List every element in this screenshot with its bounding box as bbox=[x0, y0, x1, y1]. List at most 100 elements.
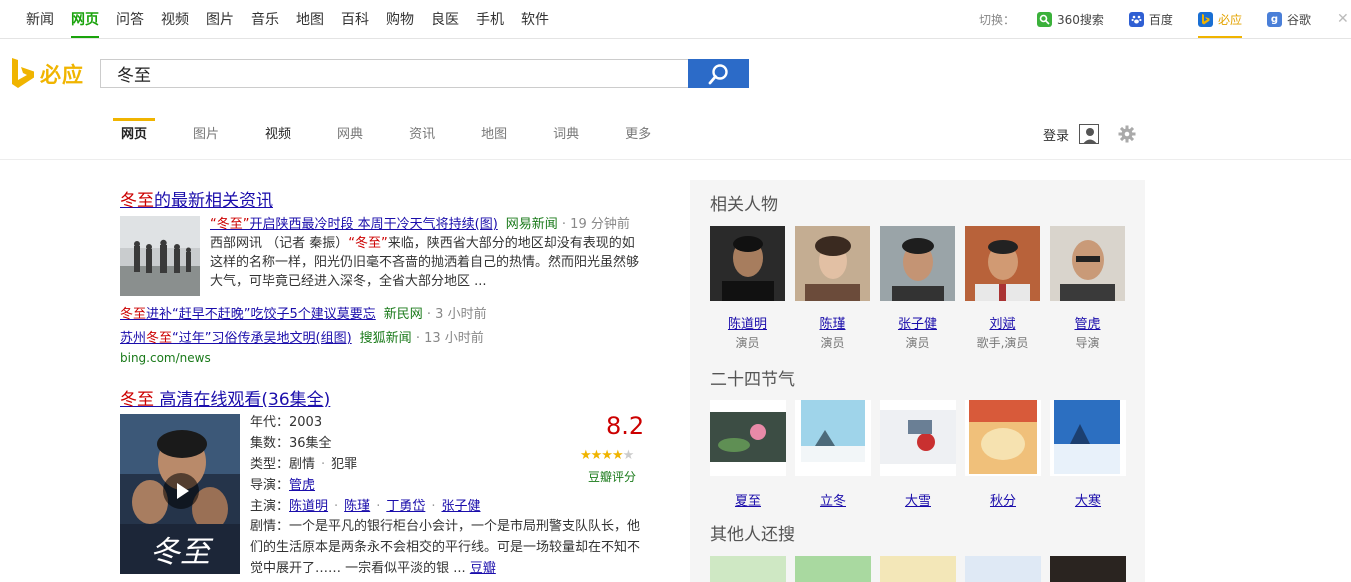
tab-wangdian[interactable]: 网典 bbox=[329, 118, 371, 152]
person-card[interactable]: 陈瑾 演员 bbox=[795, 226, 870, 351]
douban-rating-label[interactable]: 豆瓣评分 bbox=[588, 468, 636, 485]
news-thumbnail[interactable] bbox=[120, 216, 200, 296]
person-card[interactable]: 张子健 演员 bbox=[880, 226, 955, 351]
director-link[interactable]: 管虎 bbox=[289, 478, 315, 493]
news-3-highlight: 冬至 bbox=[146, 331, 173, 346]
episodes-value: 36集全 bbox=[289, 436, 332, 451]
avatar-icon bbox=[1079, 124, 1100, 144]
person-card[interactable]: 管虎 导演 bbox=[1050, 226, 1125, 351]
news-3-time: · 13 小时前 bbox=[415, 331, 484, 346]
video-title-rest: 高清在线观看(36集全) bbox=[154, 390, 331, 410]
rating-stars: ★★★★★ bbox=[580, 448, 634, 463]
solar-term-card[interactable]: 大寒 bbox=[1050, 400, 1126, 509]
engine-switcher: 切换： 360搜索 百度 必应 g 谷歌 bbox=[979, 0, 1336, 39]
news-item-3-link[interactable]: 苏州冬至“过年”习俗传承吴地文明(组图) bbox=[120, 331, 352, 346]
cast-label: 主演： bbox=[250, 499, 290, 514]
engine-baidu[interactable]: 百度 bbox=[1128, 0, 1173, 39]
other-search-thumb[interactable] bbox=[795, 556, 871, 582]
solar-term-image bbox=[880, 400, 956, 476]
topnav-mobile[interactable]: 手机 bbox=[476, 0, 504, 39]
tab-news[interactable]: 资讯 bbox=[401, 118, 443, 152]
person-name[interactable]: 张子健 bbox=[880, 313, 955, 332]
engine-360[interactable]: 360搜索 bbox=[1037, 0, 1104, 39]
topnav-music[interactable]: 音乐 bbox=[251, 0, 279, 39]
tab-images[interactable]: 图片 bbox=[185, 118, 227, 152]
person-name[interactable]: 管虎 bbox=[1050, 313, 1125, 332]
svg-text:冬至: 冬至 bbox=[150, 535, 214, 570]
video-result-title[interactable]: 冬至 高清在线观看(36集全) bbox=[120, 385, 330, 410]
person-name[interactable]: 陈瑾 bbox=[795, 313, 870, 332]
search-button[interactable] bbox=[688, 59, 749, 88]
news-title-rest: 的最新相关资讯 bbox=[154, 191, 273, 211]
topnav-qa[interactable]: 问答 bbox=[116, 0, 144, 39]
solar-term-name[interactable]: 大寒 bbox=[1050, 490, 1126, 509]
cast-link[interactable]: 丁勇岱 bbox=[386, 499, 425, 514]
gear-icon[interactable] bbox=[1118, 125, 1136, 147]
person-name[interactable]: 刘斌 bbox=[965, 313, 1040, 332]
tab-video[interactable]: 视频 bbox=[257, 118, 299, 152]
person-photo bbox=[965, 226, 1040, 301]
engine-google-label: 谷歌 bbox=[1286, 13, 1311, 27]
engine-google[interactable]: g 谷歌 bbox=[1266, 0, 1311, 39]
solar-term-card[interactable]: 立冬 bbox=[795, 400, 871, 509]
other-search-thumb[interactable] bbox=[880, 556, 956, 582]
snippet-pre: 西部网讯 （记者 秦振） bbox=[210, 236, 349, 251]
play-button[interactable] bbox=[163, 473, 199, 509]
cast-link[interactable]: 张子健 bbox=[441, 499, 480, 514]
tab-map[interactable]: 地图 bbox=[473, 118, 515, 152]
other-search-thumb[interactable] bbox=[710, 556, 786, 582]
cast-link[interactable]: 陈道明 bbox=[289, 499, 328, 514]
solar-term-name[interactable]: 秋分 bbox=[965, 490, 1041, 509]
news-item-2: 冬至进补“赶早不赶晚”吃饺子5个建议莫要忘 新民网 · 3 小时前 bbox=[120, 303, 487, 322]
solar-term-card[interactable]: 夏至 bbox=[710, 400, 786, 509]
person-role: 演员 bbox=[735, 336, 760, 350]
search-input[interactable]: 冬至 bbox=[100, 59, 689, 88]
news-main-link[interactable]: “冬至”开启陕西最冷时段 本周干冷天气将持续(图) bbox=[210, 217, 498, 232]
other-search-thumb[interactable] bbox=[1050, 556, 1126, 582]
video-meta: 年代：2003 集数：36集全 类型：剧情 · 犯罪 导演：管虎 主演：陈道明 · 陈瑾… bbox=[250, 412, 645, 517]
solar-term-name[interactable]: 夏至 bbox=[710, 490, 786, 509]
topnav-web[interactable]: 网页 bbox=[71, 0, 99, 39]
cast-link[interactable]: 陈瑾 bbox=[344, 499, 370, 514]
solar-term-card[interactable]: 大雪 bbox=[880, 400, 956, 509]
topnav-baike[interactable]: 百科 bbox=[341, 0, 369, 39]
news-3-text: “过年”习俗传承吴地文明(组图) bbox=[172, 331, 352, 346]
plot-text: 一个是平凡的银行柜台小会计，一个是市局刑警支队队长，他们的生活原本是两条永不会相… bbox=[250, 519, 641, 576]
news-2-text: 进补“赶早不赶晚”吃饺子5个建议莫要忘 bbox=[146, 307, 376, 322]
year-value: 2003 bbox=[289, 415, 323, 430]
bing-logo[interactable]: 必应 bbox=[10, 58, 84, 90]
person-role: 歌手,演员 bbox=[976, 336, 1029, 350]
solar-term-name[interactable]: 大雪 bbox=[880, 490, 956, 509]
topnav-doctor[interactable]: 良医 bbox=[431, 0, 459, 39]
topnav-images[interactable]: 图片 bbox=[206, 0, 234, 39]
news-result-title[interactable]: 冬至的最新相关资讯 bbox=[120, 186, 273, 211]
year-label: 年代： bbox=[250, 415, 290, 430]
news-item-2-link[interactable]: 冬至进补“赶早不赶晚”吃饺子5个建议莫要忘 bbox=[120, 307, 376, 322]
topnav-news[interactable]: 新闻 bbox=[26, 0, 54, 39]
meta-cast: 主演：陈道明 · 陈瑾 · 丁勇岱 · 张子健 bbox=[250, 499, 481, 514]
topnav-software[interactable]: 软件 bbox=[521, 0, 549, 39]
login-link[interactable]: 登录 bbox=[1043, 124, 1100, 144]
tab-dictionary[interactable]: 词典 bbox=[545, 118, 587, 152]
news-main-time: · 19 分钟前 bbox=[561, 217, 630, 232]
person-name[interactable]: 陈道明 bbox=[710, 313, 785, 332]
play-icon bbox=[177, 483, 189, 499]
solar-term-name[interactable]: 立冬 bbox=[795, 490, 871, 509]
person-card[interactable]: 陈道明 演员 bbox=[710, 226, 785, 351]
topnav-shopping[interactable]: 购物 bbox=[386, 0, 414, 39]
person-card[interactable]: 刘斌 歌手,演员 bbox=[965, 226, 1040, 351]
plot-label: 剧情： bbox=[250, 519, 290, 534]
engine-bing[interactable]: 必应 bbox=[1197, 0, 1242, 39]
google-icon: g bbox=[1266, 12, 1282, 27]
solar-term-card[interactable]: 秋分 bbox=[965, 400, 1041, 509]
other-search-thumb[interactable] bbox=[965, 556, 1041, 582]
topnav-video[interactable]: 视频 bbox=[161, 0, 189, 39]
topnav-map[interactable]: 地图 bbox=[296, 0, 324, 39]
news-2-highlight: 冬至 bbox=[120, 307, 147, 322]
news-snippet: 西部网讯 （记者 秦振）“冬至”来临，陕西省大部分的地区却没有表现的如这样的名称… bbox=[210, 234, 640, 291]
tab-more[interactable]: 更多 bbox=[617, 118, 659, 152]
solar-term-image bbox=[710, 400, 786, 476]
plot-douban-link[interactable]: 豆瓣 bbox=[470, 561, 496, 576]
tab-web[interactable]: 网页 bbox=[113, 118, 156, 152]
close-icon[interactable]: ✕ bbox=[1337, 11, 1349, 27]
